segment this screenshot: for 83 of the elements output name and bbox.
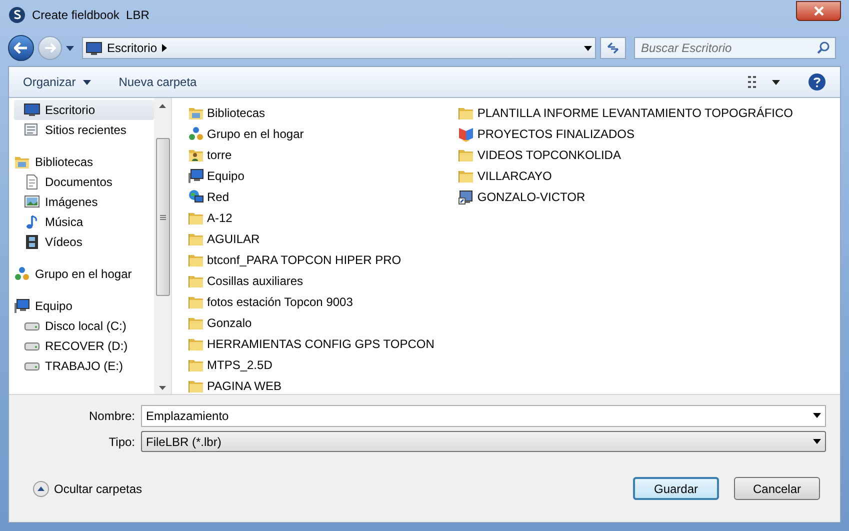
dropdown-arrow-icon [813,439,821,444]
help-icon[interactable] [808,73,826,91]
file-item[interactable]: Bibliotecas [188,102,440,123]
nav-item[interactable]: RECOVER (D:) [14,336,154,356]
file-type-dropdown[interactable]: FileLBR (*.lbr) [141,431,826,452]
grip-icon [160,214,166,220]
file-item[interactable]: btconf_PARA TOPCON HIPER PRO [188,249,440,270]
nav-item[interactable]: Vídeos [14,232,154,252]
nav-item[interactable]: Grupo en el hogar [14,264,154,284]
monitor-icon [24,102,40,118]
window-title: Create fieldbook LBR [32,7,150,24]
nav-item[interactable]: Equipo [14,296,154,316]
dropdown-arrow-icon[interactable] [813,413,821,418]
file-name-field[interactable]: Emplazamiento [141,405,826,427]
nav-item[interactable]: TRABAJO (E:) [14,356,154,376]
file-item[interactable]: MTPS_2.5D [188,354,440,375]
scrollbar-thumb[interactable] [156,138,170,296]
scrollbar[interactable] [154,98,171,394]
file-item[interactable]: PROYECTOS FINALIZADOS [458,123,799,144]
file-item[interactable]: VILLARCAYO [458,165,799,186]
file-item[interactable]: Gonzalo [188,312,440,333]
file-item[interactable]: AGUILAR [188,228,440,249]
dropdown-arrow-icon[interactable] [584,46,592,50]
file-item[interactable]: Cosillas auxiliares [188,270,440,291]
nav-item[interactable]: Bibliotecas [14,152,154,172]
nav-item[interactable]: Documentos [14,172,154,192]
file-item[interactable]: torre [188,144,440,165]
file-item[interactable]: PAGINA WEB [188,375,440,396]
back-button[interactable] [8,35,34,61]
picture-icon [24,194,40,210]
homegroup-icon [14,266,30,282]
computer-icon [188,168,204,184]
computer-shortcut-icon [458,188,474,204]
computer-icon [14,298,30,314]
dialog-button[interactable]: Cancelar [734,477,820,500]
back-arrow-icon [14,42,28,54]
dialog-button[interactable]: Guardar [633,477,719,500]
toolbar-button[interactable]: Nueva carpeta [118,73,197,91]
file-item[interactable]: A-12 [188,207,440,228]
homegroup-icon [188,126,204,142]
file-item[interactable]: GONZALO-VICTOR [458,186,799,207]
library-folder-icon [14,154,30,170]
close-button[interactable] [796,1,841,21]
history-dropdown-icon[interactable] [66,46,74,50]
file-item[interactable]: VIDEOS TOPCONKOLIDA [458,144,799,165]
monitor-icon [86,42,102,54]
file-item[interactable]: Equipo [188,165,440,186]
toolbar-button[interactable]: Organizar [23,73,91,91]
forward-arrow-icon [44,43,56,53]
nav-item[interactable]: Música [14,212,154,232]
nav-item[interactable]: Disco local (C:) [14,316,154,336]
type-label: Tipo: [108,434,136,450]
nav-item[interactable]: Escritorio [14,100,154,120]
file-item[interactable]: PLANTILLA INFORME LEVANTAMIENTO TOPOGRÁFICO [458,102,799,123]
network-globe-icon [188,188,204,204]
search-field[interactable]: Buscar Escritorio [634,37,836,59]
app-logo-icon [8,6,26,24]
colored-file-icon [458,126,474,142]
name-label: Nombre: [88,408,136,425]
caret-icon [772,80,780,84]
search-icon [817,41,830,54]
collapse-up-icon [33,480,49,496]
close-icon [814,6,824,16]
nav-item[interactable]: Imágenes [14,192,154,212]
scroll-up-icon[interactable] [159,104,166,108]
file-item[interactable]: Red [188,186,440,207]
breadcrumb-arrow-icon[interactable] [162,44,168,52]
caret-icon [82,80,91,84]
scroll-down-icon[interactable] [159,386,166,390]
file-item[interactable]: Grupo en el hogar [188,123,440,144]
file-item[interactable]: HERRAMIENTAS CONFIG GPS TOPCON [188,333,440,354]
file-item[interactable]: fotos estación Topcon 9003 [188,291,440,312]
nav-item[interactable]: Sitios recientes [14,120,154,140]
recent-places-icon [24,122,40,138]
film-icon [24,234,40,250]
document-icon [24,174,40,190]
music-note-icon [24,214,40,230]
view-options-button[interactable] [748,76,780,88]
refresh-button[interactable] [600,37,626,59]
address-path[interactable]: Escritorio [107,39,158,57]
refresh-arrows-icon [606,42,620,54]
address-bar[interactable]: Escritorio [82,37,596,59]
hide-folders-button[interactable]: Ocultar carpetas [33,480,142,498]
